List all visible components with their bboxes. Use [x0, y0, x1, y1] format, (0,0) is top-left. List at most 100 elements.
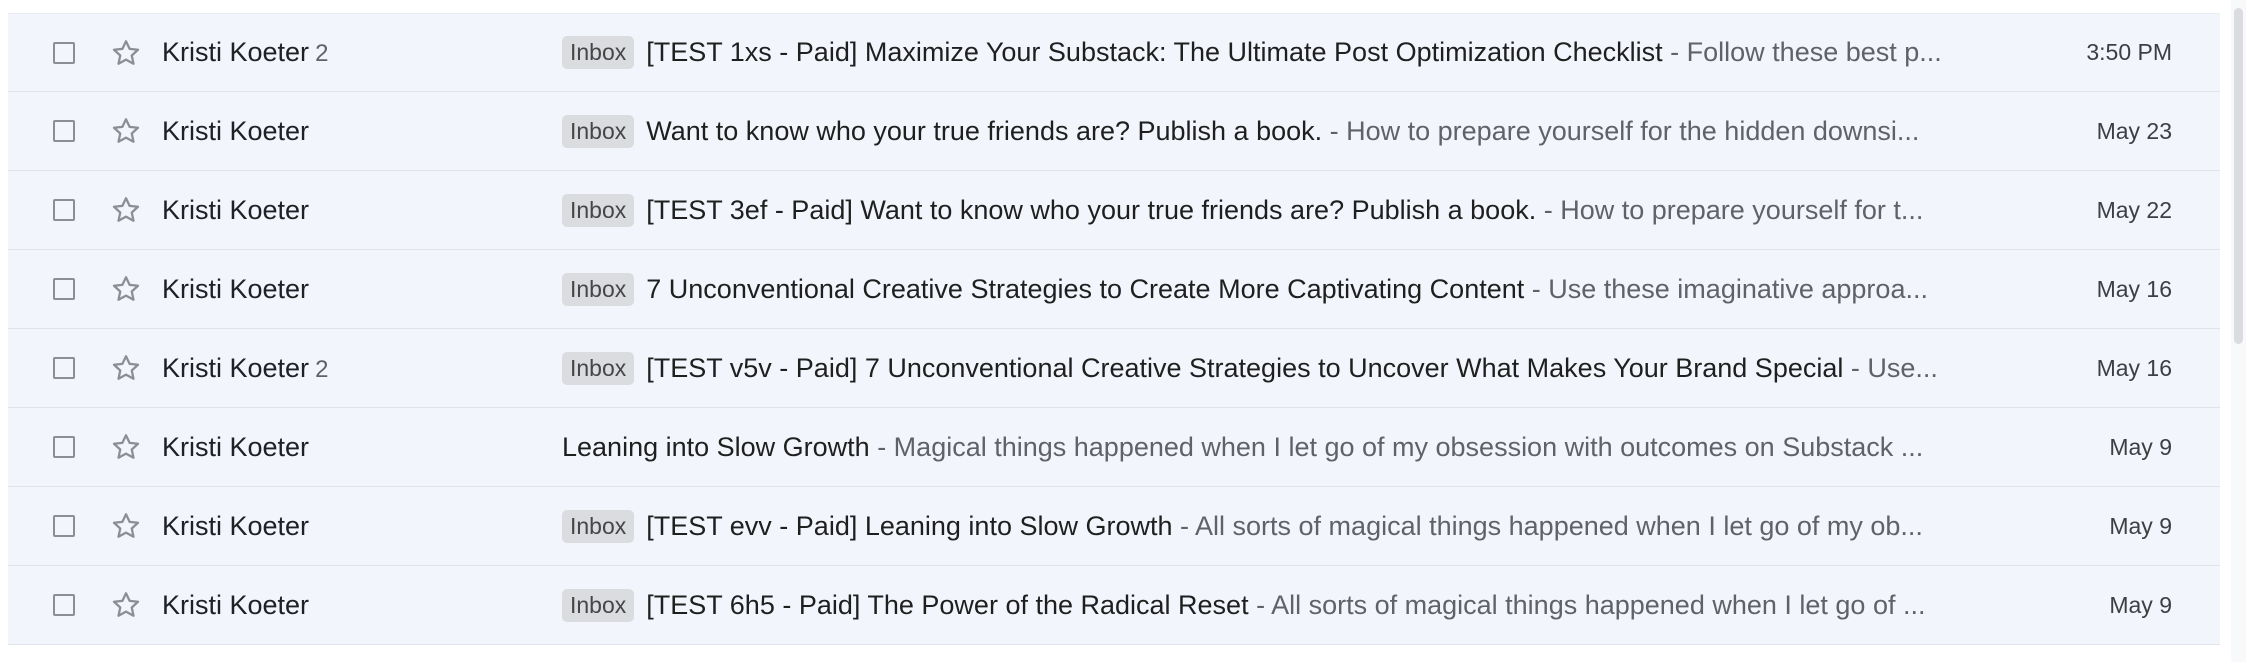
- checkbox-icon[interactable]: [53, 436, 75, 458]
- star-button[interactable]: [108, 511, 144, 541]
- inbox-label-badge[interactable]: Inbox: [562, 114, 635, 148]
- star-outline-icon[interactable]: [111, 353, 141, 383]
- email-row[interactable]: Kristi Koeter Inbox [TEST evv - Paid] Le…: [8, 487, 2220, 566]
- email-subject: 7 Unconventional Creative Strategies to …: [646, 273, 1525, 304]
- message-content: Inbox [TEST v5v - Paid] 7 Unconventional…: [562, 351, 2002, 385]
- subject-and-snippet: [TEST 3ef - Paid] Want to know who your …: [646, 195, 1923, 226]
- email-row[interactable]: Kristi Koeter 2 Inbox [TEST v5v - Paid] 7…: [8, 329, 2220, 408]
- row-select[interactable]: [46, 594, 82, 616]
- inbox-label-badge[interactable]: Inbox: [562, 351, 635, 385]
- star-outline-icon[interactable]: [111, 511, 141, 541]
- message-content: Leaning into Slow Growth - Magical thing…: [562, 432, 2002, 463]
- message-content: Inbox [TEST evv - Paid] Leaning into Slo…: [562, 509, 2002, 543]
- row-select[interactable]: [46, 199, 82, 221]
- checkbox-icon[interactable]: [53, 41, 75, 64]
- email-row[interactable]: Kristi Koeter Inbox [TEST 6h5 - Paid] Th…: [8, 566, 2220, 645]
- star-outline-icon[interactable]: [111, 38, 141, 68]
- checkbox-icon[interactable]: [53, 357, 75, 379]
- sender: Kristi Koeter 2: [162, 353, 562, 384]
- inbox-label-badge[interactable]: Inbox: [562, 193, 635, 227]
- email-date: May 9: [2109, 512, 2172, 539]
- star-button[interactable]: [108, 353, 144, 383]
- star-outline-icon[interactable]: [111, 432, 141, 462]
- scrollbar-thumb[interactable]: [2234, 8, 2243, 344]
- inbox-label-badge[interactable]: Inbox: [562, 36, 635, 69]
- vertical-scrollbar[interactable]: [2231, 0, 2246, 662]
- message-content: Inbox [TEST 1xs - Paid] Maximize Your Su…: [562, 36, 2002, 69]
- row-select[interactable]: [46, 278, 82, 300]
- email-snippet: - How to prepare yourself for the hidden…: [1322, 115, 1920, 146]
- email-snippet: - Magical things happened when I let go …: [869, 431, 1924, 462]
- star-button[interactable]: [108, 195, 144, 225]
- subject-and-snippet: Leaning into Slow Growth - Magical thing…: [562, 432, 1923, 463]
- subject-and-snippet: [TEST evv - Paid] Leaning into Slow Grow…: [646, 511, 1923, 542]
- sender: Kristi Koeter: [162, 274, 562, 305]
- email-subject: [TEST 6h5 - Paid] The Power of the Radic…: [646, 589, 1249, 620]
- email-date: May 23: [2096, 117, 2172, 144]
- sender: Kristi Koeter: [162, 432, 562, 463]
- checkbox-icon[interactable]: [53, 199, 75, 221]
- email-subject: [TEST 1xs - Paid] Maximize Your Substack…: [646, 37, 1663, 67]
- checkbox-icon[interactable]: [53, 594, 75, 616]
- star-button[interactable]: [108, 590, 144, 620]
- row-select[interactable]: [46, 357, 82, 379]
- checkbox-icon[interactable]: [53, 278, 75, 300]
- checkbox-icon[interactable]: [53, 515, 75, 537]
- inbox-label-badge[interactable]: Inbox: [562, 272, 635, 306]
- message-content: Inbox 7 Unconventional Creative Strategi…: [562, 272, 2002, 306]
- star-outline-icon[interactable]: [111, 116, 141, 146]
- row-select[interactable]: [46, 436, 82, 458]
- email-snippet: - All sorts of magical things happened w…: [1172, 510, 1923, 541]
- sender: Kristi Koeter: [162, 511, 562, 542]
- email-subject: [TEST evv - Paid] Leaning into Slow Grow…: [646, 510, 1173, 541]
- sender: Kristi Koeter: [162, 116, 562, 147]
- email-date: May 22: [2096, 196, 2172, 223]
- email-date: 3:50 PM: [2086, 39, 2172, 65]
- email-row[interactable]: Kristi Koeter Leaning into Slow Growth -…: [8, 408, 2220, 487]
- email-date: May 16: [2096, 275, 2172, 302]
- email-date: May 16: [2096, 354, 2172, 381]
- email-date: May 9: [2109, 433, 2172, 460]
- email-snippet: - Use these imaginative approa...: [1524, 273, 1928, 304]
- sender-name: Kristi Koeter: [162, 194, 310, 225]
- email-subject: [TEST 3ef - Paid] Want to know who your …: [646, 194, 1537, 225]
- sender: Kristi Koeter 2: [162, 37, 562, 68]
- row-select[interactable]: [46, 41, 82, 64]
- email-row[interactable]: Kristi Koeter Inbox [TEST 3ef - Paid] Wa…: [8, 171, 2220, 250]
- sender-name: Kristi Koeter: [162, 589, 310, 620]
- email-subject: [TEST v5v - Paid] 7 Unconventional Creat…: [646, 352, 1844, 383]
- star-outline-icon[interactable]: [111, 274, 141, 304]
- star-button[interactable]: [108, 116, 144, 146]
- sender-name: Kristi Koeter: [162, 431, 310, 462]
- email-row[interactable]: Kristi Koeter Inbox Want to know who you…: [8, 92, 2220, 171]
- sender-name: Kristi Koeter: [162, 115, 310, 146]
- row-select[interactable]: [46, 120, 82, 142]
- email-subject: Want to know who your true friends are? …: [646, 115, 1323, 146]
- star-button[interactable]: [108, 432, 144, 462]
- star-button[interactable]: [108, 274, 144, 304]
- email-list: Kristi Koeter 2 Inbox [TEST 1xs - Paid] M…: [8, 13, 2220, 645]
- subject-and-snippet: [TEST 1xs - Paid] Maximize Your Substack…: [646, 37, 1942, 68]
- subject-and-snippet: [TEST 6h5 - Paid] The Power of the Radic…: [646, 590, 1925, 621]
- sender: Kristi Koeter: [162, 195, 562, 226]
- checkbox-icon[interactable]: [53, 120, 75, 142]
- subject-and-snippet: [TEST v5v - Paid] 7 Unconventional Creat…: [646, 353, 1938, 384]
- email-subject: Leaning into Slow Growth: [562, 431, 870, 462]
- star-button[interactable]: [108, 38, 144, 68]
- message-content: Inbox [TEST 3ef - Paid] Want to know who…: [562, 193, 2002, 227]
- message-content: Inbox Want to know who your true friends…: [562, 114, 2002, 148]
- email-snippet: - Use...: [1843, 352, 1938, 383]
- sender: Kristi Koeter: [162, 590, 562, 621]
- star-outline-icon[interactable]: [111, 590, 141, 620]
- email-row[interactable]: Kristi Koeter 2 Inbox [TEST 1xs - Paid] M…: [8, 13, 2220, 92]
- inbox-label-badge[interactable]: Inbox: [562, 588, 635, 622]
- email-snippet: - How to prepare yourself for t...: [1536, 194, 1924, 225]
- inbox-label-badge[interactable]: Inbox: [562, 509, 635, 543]
- star-outline-icon[interactable]: [111, 195, 141, 225]
- row-select[interactable]: [46, 515, 82, 537]
- email-date: May 9: [2109, 591, 2172, 618]
- subject-and-snippet: Want to know who your true friends are? …: [646, 116, 1919, 147]
- email-row[interactable]: Kristi Koeter Inbox 7 Unconventional Cre…: [8, 250, 2220, 329]
- sender-name: Kristi Koeter: [162, 352, 310, 383]
- email-snippet: - Follow these best p...: [1662, 37, 1942, 67]
